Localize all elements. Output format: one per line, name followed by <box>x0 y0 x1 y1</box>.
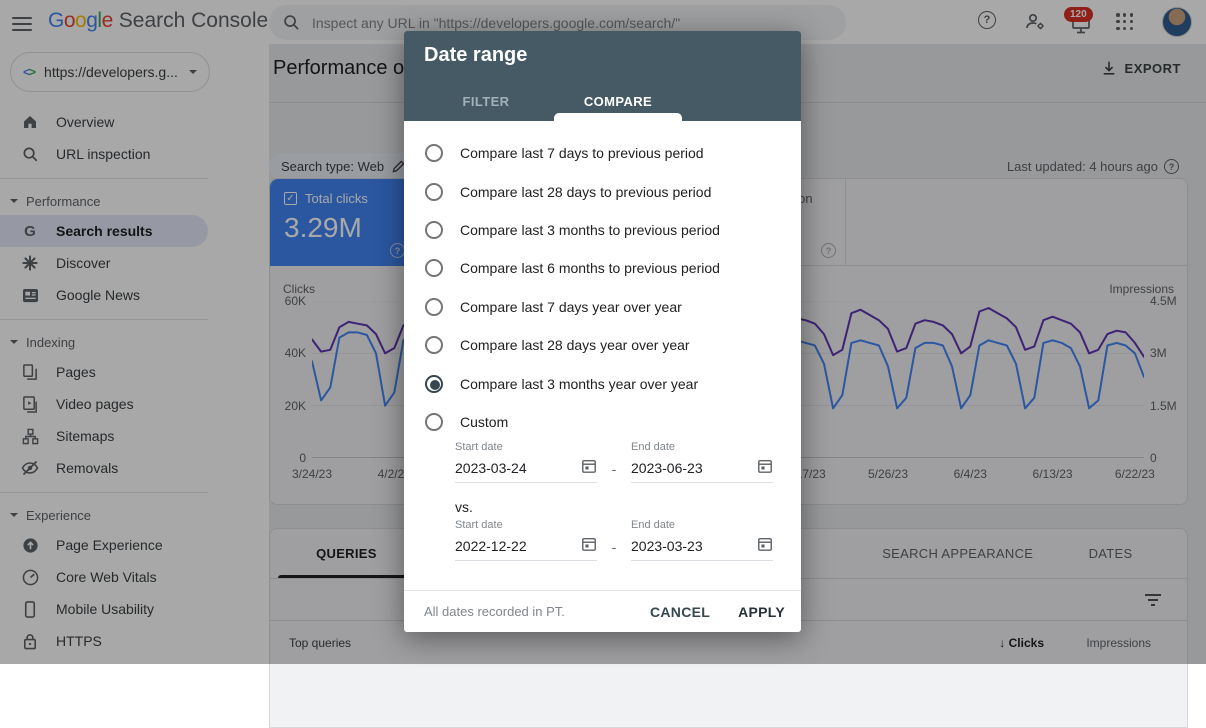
apply-button[interactable]: APPLY <box>738 604 785 620</box>
range2-start-field[interactable]: Start date <box>455 519 597 561</box>
option-custom[interactable]: Custom <box>404 403 801 441</box>
option-7-days-yoy[interactable]: Compare last 7 days year over year <box>404 288 801 326</box>
option-3-months-yoy[interactable]: Compare last 3 months year over year <box>404 364 801 402</box>
range1-start-field[interactable]: Start date <box>455 441 597 483</box>
range2-end-input[interactable] <box>631 536 773 561</box>
calendar-icon[interactable] <box>581 536 597 552</box>
radio-selected-icon[interactable] <box>425 375 443 393</box>
custom-date-section: Start date - End date vs. Start date - E… <box>455 441 785 561</box>
calendar-icon[interactable] <box>757 536 773 552</box>
radio-icon[interactable] <box>425 336 443 354</box>
range2-start-input[interactable] <box>455 536 597 561</box>
radio-icon[interactable] <box>425 259 443 277</box>
tab-filter[interactable]: FILTER <box>420 81 552 121</box>
range1-start-input[interactable] <box>455 458 597 483</box>
compare-options-list: Compare last 7 days to previous period C… <box>404 134 801 441</box>
date-range-dialog: Date range FILTER COMPARE Compare last 7… <box>404 31 801 632</box>
dialog-title: Date range <box>424 44 527 67</box>
radio-icon[interactable] <box>425 298 443 316</box>
range1-end-input[interactable] <box>631 458 773 483</box>
option-28-days-yoy[interactable]: Compare last 28 days year over year <box>404 326 801 364</box>
calendar-icon[interactable] <box>581 458 597 474</box>
timezone-footnote: All dates recorded in PT. <box>424 604 650 619</box>
option-last-7-days-prev[interactable]: Compare last 7 days to previous period <box>404 134 801 172</box>
date-separator: - <box>597 539 631 555</box>
radio-icon[interactable] <box>425 221 443 239</box>
calendar-icon[interactable] <box>757 458 773 474</box>
tab-compare[interactable]: COMPARE <box>552 81 684 121</box>
dialog-header: Date range FILTER COMPARE <box>404 31 801 121</box>
option-last-6-months-prev[interactable]: Compare last 6 months to previous period <box>404 249 801 287</box>
option-last-3-months-prev[interactable]: Compare last 3 months to previous period <box>404 211 801 249</box>
radio-icon[interactable] <box>425 413 443 431</box>
range1-end-field[interactable]: End date <box>631 441 773 483</box>
dialog-footer: All dates recorded in PT. CANCEL APPLY <box>404 590 801 632</box>
option-last-28-days-prev[interactable]: Compare last 28 days to previous period <box>404 172 801 210</box>
radio-icon[interactable] <box>425 144 443 162</box>
radio-icon[interactable] <box>425 183 443 201</box>
cancel-button[interactable]: CANCEL <box>650 604 710 620</box>
date-separator: - <box>597 461 631 477</box>
vs-label: vs. <box>455 499 785 515</box>
range2-end-field[interactable]: End date <box>631 519 773 561</box>
